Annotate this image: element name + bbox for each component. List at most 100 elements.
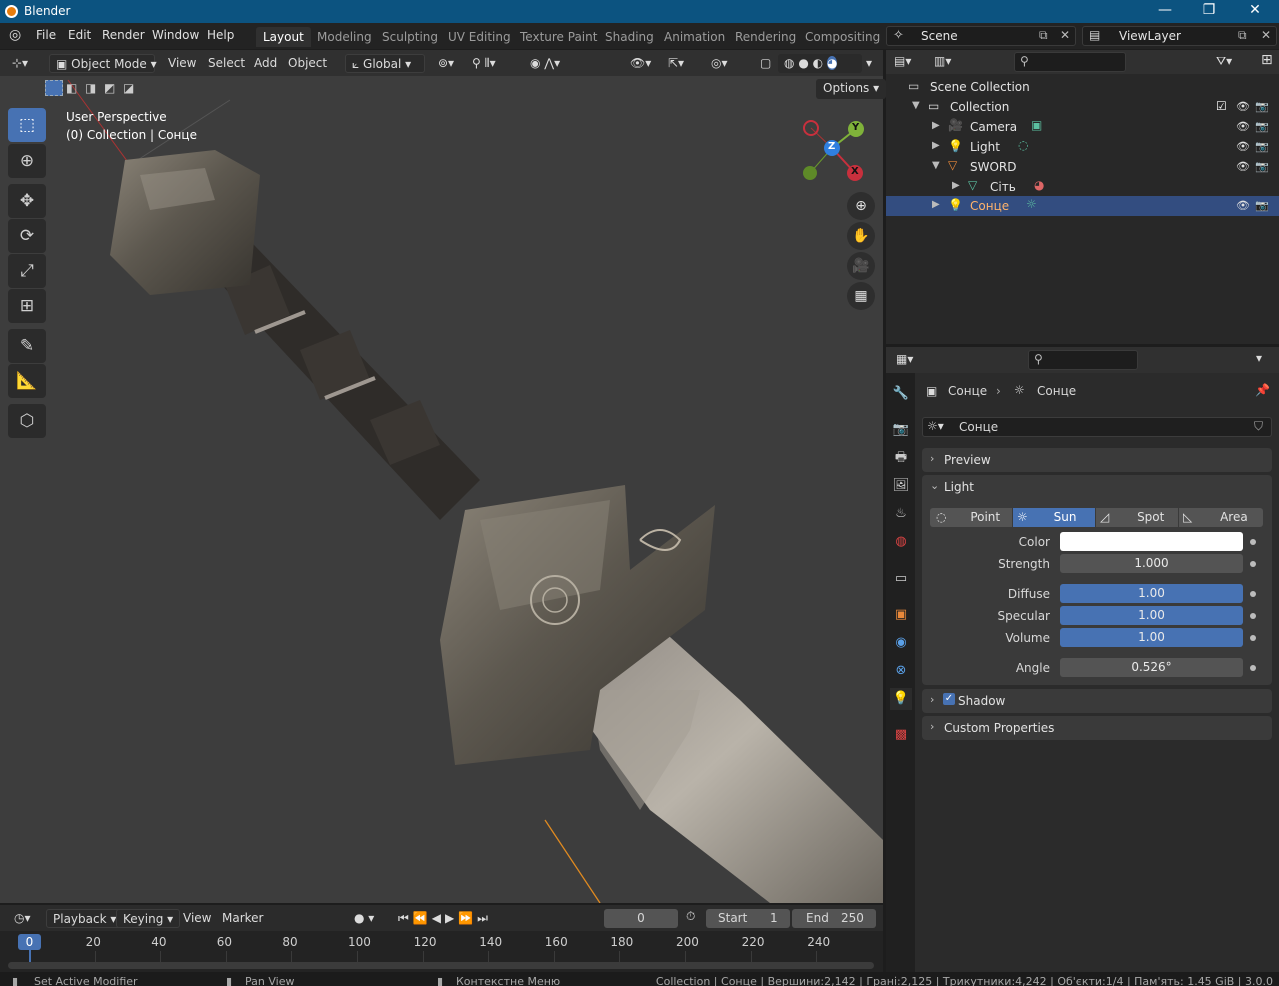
start-frame-field[interactable]: Start 1 [706,909,790,928]
scene-tab-icon[interactable]: ♨ [890,503,912,525]
copy-view-layer-icon[interactable]: ⧉ [1238,28,1247,43]
expand-icon[interactable]: ▼ [912,100,920,111]
tab-animation[interactable]: Animation [657,27,732,47]
mode-dropdown[interactable]: ▣ Object Mode ▾ [49,54,157,73]
specular-slider[interactable]: 1.00 [1060,606,1243,625]
keyframe-dot-icon[interactable] [1250,665,1256,671]
cursor-tool-icon[interactable]: ⊕ [8,144,46,178]
expand-icon[interactable]: ▶ [932,120,940,131]
view-layer-selector[interactable]: ▤ ViewLayer ⧉ ✕ [1082,26,1277,46]
options-dropdown[interactable]: Options ▾ [816,79,887,99]
perspective-grid-icon[interactable]: ▦ [847,282,875,310]
pan-hand-icon[interactable]: ✋ [847,222,875,250]
solid-icon[interactable]: ● [798,56,808,70]
end-frame-field[interactable]: End 250 [792,909,876,928]
outliner-row-mesh[interactable]: ▶ ▽ Сіть ◕ [886,177,1279,197]
light-type-sun[interactable]: ☼ Sun [1013,508,1095,527]
tab-layout[interactable]: Layout [256,27,311,47]
menu-add[interactable]: Add [248,54,283,73]
stopwatch-icon[interactable]: ⏱ [686,909,695,924]
menu-object[interactable]: Object [282,54,333,73]
xray-icon[interactable]: ▢ [754,54,777,73]
material-preview-icon[interactable]: ◐ [813,56,823,70]
outliner-row-scene-collection[interactable]: ▭ Scene Collection [886,77,1279,97]
pivot-icon[interactable]: ⊚▾ [432,54,460,73]
select-new-icon[interactable] [45,80,63,96]
shadow-checkbox[interactable]: ✓ [943,693,955,705]
strength-field[interactable]: 1.000 [1060,554,1243,573]
outliner-row-camera[interactable]: ▶ 🎥 Camera ▣ 👁 📷 [886,117,1279,137]
playback-controls[interactable]: ⏮⏪◀▶⏩⏭ [392,909,514,928]
checkbox-icon[interactable]: ☑ [1216,99,1227,113]
keying-menu[interactable]: Keying ▾ [116,909,181,928]
light-datablock-field[interactable]: ☼▾ Сонце ⛉ [922,417,1272,437]
keyframe-dot-icon[interactable] [1250,539,1256,545]
camera-render-icon[interactable]: 📷 [1255,199,1269,212]
filter-icon[interactable]: ⛛▾ [1216,54,1232,69]
editor-type-icon[interactable]: ⊹▾ [6,54,34,73]
annotate-tool-icon[interactable]: ✎ [8,329,46,363]
pin-icon[interactable]: 📌 [1255,383,1270,397]
snap-icon[interactable]: ⚲ ⫴▾ [466,54,502,73]
properties-editor-type-icon[interactable]: ▦▾ [896,352,913,366]
menu-select[interactable]: Select [202,54,251,73]
timeline-editor-type-icon[interactable]: ◷▾ [8,909,37,928]
expand-icon[interactable]: ▶ [952,180,960,191]
camera-render-icon[interactable]: 📷 [1255,160,1269,173]
outliner-editor-type-icon[interactable]: ▤▾ [894,54,911,68]
close-button[interactable]: ✕ [1235,2,1275,21]
eye-icon[interactable]: 👁 [1236,199,1250,212]
outliner-row-sun[interactable]: ▶ 💡 Сонце ☼ 👁 📷 [886,196,1279,216]
maximize-button[interactable]: ❐ [1189,2,1229,21]
wireframe-icon[interactable]: ◍ [784,56,794,70]
marker-menu[interactable]: Marker [216,909,269,928]
eye-icon[interactable]: 👁 [1236,100,1250,113]
timeline-ruler[interactable]: 20 40 60 80 100 120 140 160 180 200 220 240 [0,931,883,965]
light-type-spot[interactable]: ◿ Spot [1096,508,1178,527]
playhead[interactable]: 0 [18,934,41,950]
fake-user-shield-icon[interactable]: ⛉ [1254,419,1263,434]
zoom-icon[interactable]: ⊕ [847,192,875,220]
keyframe-dot-icon[interactable] [1250,591,1256,597]
menu-render[interactable]: Render [102,28,145,42]
scale-tool-icon[interactable]: ⤢ [8,254,46,288]
proportional-edit-icon[interactable]: ◉ ⋀▾ [524,54,566,73]
expand-icon[interactable]: ▶ [932,140,940,151]
output-tab-icon[interactable]: 🖶 [890,447,912,469]
remove-view-layer-icon[interactable]: ✕ [1261,28,1271,42]
move-tool-icon[interactable]: ✥ [8,184,46,218]
eye-icon[interactable]: 👁 [1236,160,1250,173]
sun-datablock-icon[interactable]: ☼▾ [927,419,944,433]
scene-selector[interactable]: ✧ Scene ⧉ ✕ [886,26,1076,46]
render-tab-icon[interactable]: 📷 [890,419,912,441]
preview-panel-header[interactable]: › Preview [922,448,1272,472]
tab-rendering[interactable]: Rendering [728,27,803,47]
transform-tool-icon[interactable]: ⊞ [8,289,46,323]
light-type-area[interactable]: ◺ Area [1179,508,1263,527]
outliner-row-collection[interactable]: ▼ ▭ Collection ☑ 👁 📷 [886,97,1279,117]
texture-tab-icon[interactable]: ▩ [890,724,912,746]
sun-data-icon[interactable]: ☼ [1026,197,1037,211]
light-data-tab-icon[interactable]: 💡 [890,688,912,710]
expand-icon[interactable]: ▶ [932,199,940,210]
light-data-icon[interactable]: ◌ [1018,138,1028,152]
object-tab-icon[interactable]: ▣ [890,604,912,626]
timeline-view-menu[interactable]: View [177,909,217,928]
new-collection-icon[interactable]: ⊞ [1261,52,1273,68]
camera-data-icon[interactable]: ▣ [1031,118,1042,132]
add-cube-tool-icon[interactable]: ⬡ [8,404,46,438]
material-icon[interactable]: ◕ [1034,178,1044,192]
select-extend-icon[interactable]: ◧ [66,81,77,95]
physics-tab-icon[interactable]: ◉ [890,632,912,654]
record-icon[interactable]: ● ▾ [348,909,380,928]
camera-view-icon[interactable]: 🎥 [847,252,875,280]
keyframe-dot-icon[interactable] [1250,561,1256,567]
copy-scene-icon[interactable]: ⧉ [1039,28,1048,43]
measure-tool-icon[interactable]: 📐 [8,364,46,398]
tab-texture-paint[interactable]: Texture Paint [513,27,604,47]
rotate-tool-icon[interactable]: ⟳ [8,219,46,253]
select-intersect-icon[interactable]: ◪ [123,81,134,95]
tab-sculpting[interactable]: Sculpting [375,27,445,47]
shading-mode-group[interactable]: ◍ ● ◐ ◕ [778,54,862,73]
outliner-row-light[interactable]: ▶ 💡 Light ◌ 👁 📷 [886,137,1279,157]
